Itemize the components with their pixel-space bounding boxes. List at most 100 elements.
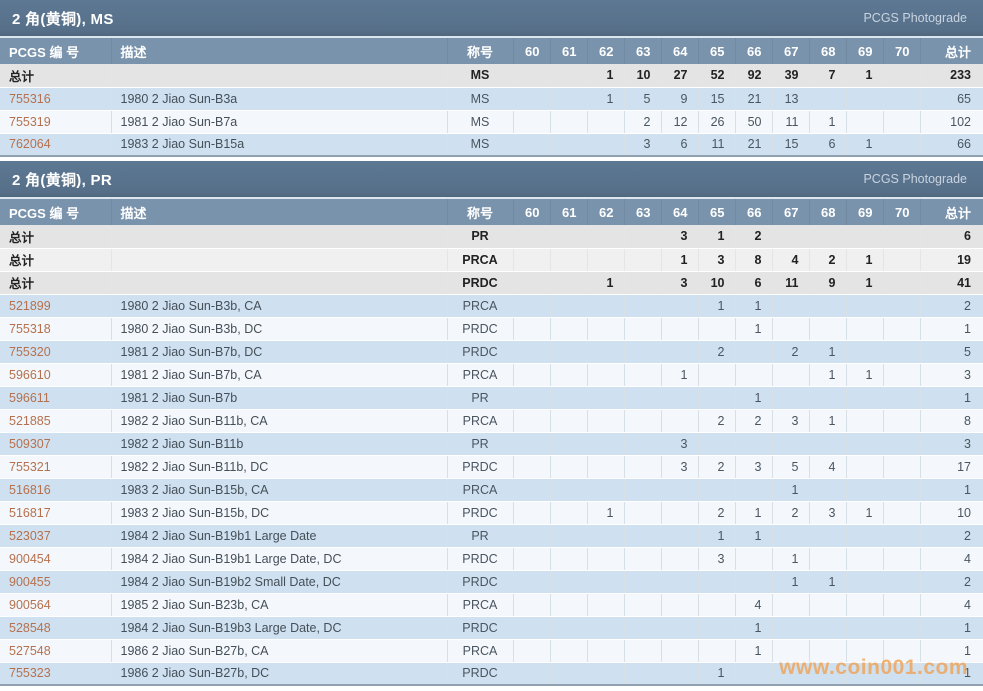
grade-cell: 3 bbox=[698, 547, 735, 570]
grade-cell bbox=[624, 432, 661, 455]
grade-cell bbox=[550, 432, 587, 455]
pcgs-number-link[interactable]: 755319 bbox=[9, 115, 51, 129]
total-cell: 3 bbox=[920, 363, 983, 386]
pcgs-number-link[interactable]: 755323 bbox=[9, 666, 51, 680]
totals-row: 总计PR3126 bbox=[0, 225, 983, 248]
grade-cell bbox=[587, 133, 624, 156]
col-header-total: 总计 bbox=[920, 38, 983, 64]
grade-cell bbox=[624, 478, 661, 501]
grade-cell bbox=[772, 225, 809, 248]
grade-cell: 1 bbox=[661, 248, 698, 271]
pcgs-number-link[interactable]: 755316 bbox=[9, 92, 51, 106]
grade-cell bbox=[772, 317, 809, 340]
pcgs-number-link[interactable]: 900455 bbox=[9, 575, 51, 589]
grade-cell: 1 bbox=[735, 501, 772, 524]
grade-cell: 5 bbox=[772, 455, 809, 478]
grade-cell bbox=[513, 501, 550, 524]
grade-cell bbox=[661, 294, 698, 317]
grade-cell bbox=[624, 570, 661, 593]
pcgs-number-link[interactable]: 528548 bbox=[9, 621, 51, 635]
pcgs-number-link[interactable]: 755318 bbox=[9, 322, 51, 336]
grade-cell bbox=[735, 432, 772, 455]
grade-cell: 15 bbox=[772, 133, 809, 156]
grade-cell bbox=[883, 455, 920, 478]
pcgs-number-link[interactable]: 521885 bbox=[9, 414, 51, 428]
pcgs-number-link[interactable]: 516816 bbox=[9, 483, 51, 497]
pcgs-number-link[interactable]: 516817 bbox=[9, 506, 51, 520]
pcgs-number-link[interactable]: 527548 bbox=[9, 644, 51, 658]
grade-cell bbox=[661, 317, 698, 340]
pcgs-number-link[interactable]: 596610 bbox=[9, 368, 51, 382]
grade-cell bbox=[698, 616, 735, 639]
pcgs-number-cell: 528548 bbox=[0, 616, 111, 639]
designation-cell: MS bbox=[447, 110, 513, 133]
pcgs-number-cell: 755323 bbox=[0, 662, 111, 685]
grade-cell: 6 bbox=[809, 133, 846, 156]
grade-cell bbox=[883, 432, 920, 455]
pcgs-number-link[interactable]: 755321 bbox=[9, 460, 51, 474]
pcgs-number-cell: 755320 bbox=[0, 340, 111, 363]
grade-cell bbox=[513, 294, 550, 317]
description-cell: 1983 2 Jiao Sun-B15b, DC bbox=[111, 501, 447, 524]
col-header-designation: 称号 bbox=[447, 199, 513, 225]
grade-cell bbox=[550, 133, 587, 156]
population-table: PCGS 编 号描述称号6061626364656667686970总计 总计P… bbox=[0, 199, 983, 686]
grade-cell bbox=[513, 271, 550, 294]
pcgs-number-link[interactable]: 509307 bbox=[9, 437, 51, 451]
grade-cell bbox=[772, 616, 809, 639]
grade-cell bbox=[846, 225, 883, 248]
grade-cell bbox=[883, 271, 920, 294]
header-row: PCGS 编 号描述称号6061626364656667686970总计 bbox=[0, 38, 983, 64]
pcgs-number-cell: 900564 bbox=[0, 593, 111, 616]
col-header-grade-61: 61 bbox=[550, 38, 587, 64]
grade-cell bbox=[883, 248, 920, 271]
col-header-grade-63: 63 bbox=[624, 199, 661, 225]
pcgs-number-link[interactable]: 523037 bbox=[9, 529, 51, 543]
grade-cell bbox=[846, 294, 883, 317]
grade-cell bbox=[513, 340, 550, 363]
grade-cell bbox=[513, 570, 550, 593]
col-header-designation: 称号 bbox=[447, 38, 513, 64]
designation-cell: PRDC bbox=[447, 501, 513, 524]
table-row: 5285481984 2 Jiao Sun-B19b3 Large Date, … bbox=[0, 616, 983, 639]
grade-cell bbox=[550, 455, 587, 478]
grade-cell: 5 bbox=[624, 87, 661, 110]
grade-cell bbox=[587, 662, 624, 685]
grade-cell bbox=[883, 478, 920, 501]
col-header-grade-70: 70 bbox=[883, 199, 920, 225]
grade-cell bbox=[513, 639, 550, 662]
photograde-link[interactable]: PCGS Photograde bbox=[863, 172, 967, 186]
designation-cell: PR bbox=[447, 432, 513, 455]
pcgs-number-link[interactable]: 596611 bbox=[9, 391, 50, 405]
total-cell: 1 bbox=[920, 639, 983, 662]
photograde-link[interactable]: PCGS Photograde bbox=[863, 11, 967, 25]
grade-cell: 1 bbox=[698, 294, 735, 317]
pcgs-number-link[interactable]: 900454 bbox=[9, 552, 51, 566]
grade-cell: 1 bbox=[846, 501, 883, 524]
pcgs-number-cell: 523037 bbox=[0, 524, 111, 547]
pcgs-number-link[interactable]: 755320 bbox=[9, 345, 51, 359]
pcgs-number-link[interactable]: 900564 bbox=[9, 598, 51, 612]
grade-cell bbox=[550, 87, 587, 110]
description-cell: 1986 2 Jiao Sun-B27b, CA bbox=[111, 639, 447, 662]
designation-cell: PRDC bbox=[447, 340, 513, 363]
grade-cell bbox=[883, 133, 920, 156]
population-table: PCGS 编 号描述称号6061626364656667686970总计 总计 M… bbox=[0, 38, 983, 157]
grade-cell: 26 bbox=[698, 110, 735, 133]
grade-cell bbox=[735, 547, 772, 570]
grade-cell bbox=[587, 432, 624, 455]
grade-cell bbox=[883, 616, 920, 639]
grade-cell bbox=[550, 662, 587, 685]
grade-cell bbox=[698, 363, 735, 386]
grade-cell: 3 bbox=[661, 225, 698, 248]
pcgs-number-link[interactable]: 521899 bbox=[9, 299, 51, 313]
report-section: 2 角(黄铜), PR PCGS Photograde PCGS 编 号描述称号… bbox=[0, 161, 983, 686]
grade-cell: 1 bbox=[772, 547, 809, 570]
section-title: 2 角(黄铜), MS bbox=[12, 8, 114, 29]
description-cell: 1980 2 Jiao Sun-B3b, CA bbox=[111, 294, 447, 317]
pcgs-number-link[interactable]: 762064 bbox=[9, 137, 51, 151]
grade-cell: 1 bbox=[587, 271, 624, 294]
grade-cell bbox=[513, 225, 550, 248]
grade-cell: 50 bbox=[735, 110, 772, 133]
grade-cell: 2 bbox=[809, 248, 846, 271]
